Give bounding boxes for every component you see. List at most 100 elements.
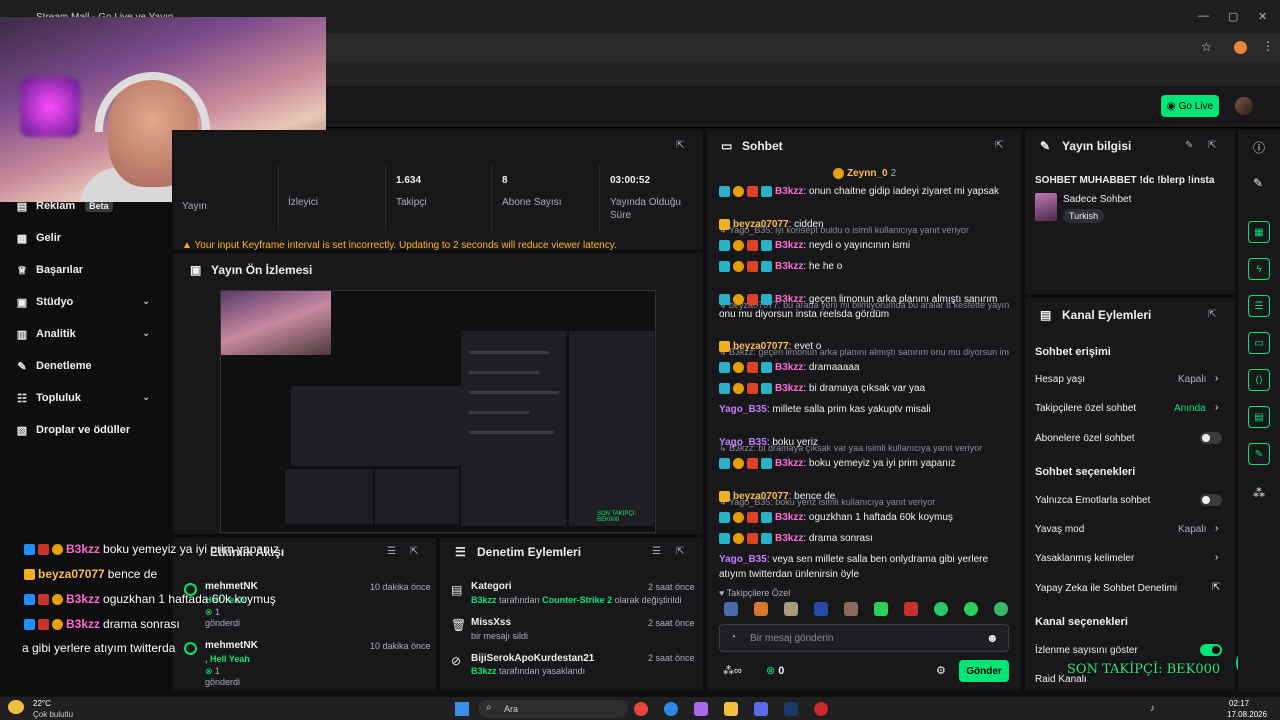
maximize-icon[interactable]: ▢	[1228, 10, 1238, 23]
external-link-icon[interactable]: ⇱	[1212, 582, 1220, 593]
setting-label[interactable]: İzlenme sayısını göster	[1035, 645, 1138, 656]
chevron-down-icon[interactable]: ⌄	[142, 392, 150, 403]
popout-icon[interactable]: ⇱	[1208, 140, 1216, 151]
rail-stats-icon[interactable]: ▦	[1248, 221, 1270, 243]
chat-username[interactable]: beyza07077	[733, 219, 789, 230]
send-button[interactable]: Gönder	[959, 660, 1009, 682]
go-live-button[interactable]: ◉ Go Live	[1161, 95, 1219, 117]
sidebar-item-droplar[interactable]: ▧ Droplar ve ödüller	[16, 424, 130, 437]
rail-list-icon[interactable]: ☰	[1248, 295, 1270, 317]
emote-1[interactable]	[724, 602, 738, 616]
rail-chat-icon[interactable]: ▭	[1248, 332, 1270, 354]
emote-6[interactable]	[874, 602, 888, 616]
setting-label[interactable]: Yapay Zeka ile Sohbet Denetimi	[1035, 583, 1177, 594]
sidebar-item-denetleme[interactable]: ✎ Denetleme	[16, 360, 91, 373]
popout-icon[interactable]: ⇱	[995, 140, 1003, 151]
popout-icon[interactable]: ⇱	[676, 546, 684, 557]
star-icon[interactable]: ☆	[1201, 40, 1212, 54]
stream-preview[interactable]: SON TAKİPÇİ: BEK000	[220, 290, 656, 533]
moderation-actor[interactable]: B3kzz	[471, 595, 497, 605]
chat-username[interactable]: beyza07077	[733, 341, 789, 352]
chat-message[interactable]: B3kzz: onun chaitne gidip iadeyi ziyaret…	[719, 185, 1019, 199]
chat-message[interactable]: B3kzz: boku yemeyiz ya iyi prim yapanız	[719, 457, 1019, 471]
avatar[interactable]	[1235, 97, 1253, 115]
points-display[interactable]: ⊗ 0	[766, 664, 784, 677]
profile-icon[interactable]	[1234, 41, 1247, 54]
rail-table-icon[interactable]: ▤	[1248, 406, 1270, 428]
chat-username[interactable]: B3kzz	[775, 533, 803, 544]
more-icon[interactable]: ⁂	[1253, 486, 1265, 500]
emote-3[interactable]	[784, 602, 798, 616]
windows-start-icon[interactable]	[455, 702, 469, 716]
weather-text[interactable]: Çok bulutlu	[33, 710, 73, 719]
popout-icon[interactable]: ⇱	[1208, 309, 1216, 320]
chat-username[interactable]: B3kzz	[775, 458, 803, 469]
setting-label[interactable]: Yasaklanmış kelimeler	[1035, 553, 1134, 564]
setting-label[interactable]: Yalnızca Emotlarla sohbet	[1035, 495, 1150, 506]
teams-icon[interactable]	[754, 702, 768, 716]
chat-message[interactable]: beyza07077: evet o	[719, 340, 1019, 354]
chat-message[interactable]: beyza07077: cidden	[719, 218, 1019, 232]
pencil-icon[interactable]: ✎	[1253, 176, 1263, 190]
mic-icon[interactable]: ♪	[1150, 703, 1155, 714]
setting-label[interactable]: Abonelere özel sohbet	[1035, 433, 1135, 444]
stream-category[interactable]: Sadece Sohbet	[1063, 194, 1131, 205]
sidebar-item-analitik[interactable]: ▥ Analitik	[16, 328, 76, 341]
activity-user[interactable]: mehmetNK	[205, 640, 258, 651]
popout-icon[interactable]: ⇱	[410, 546, 418, 557]
chevron-right-icon[interactable]: ›	[1215, 523, 1218, 534]
chat-message[interactable]: B3kzz: he he o	[719, 260, 1019, 274]
chat-username[interactable]: B3kzz	[775, 186, 803, 197]
chat-username[interactable]: Yago_B35	[719, 554, 767, 565]
sidebar-item-topluluk[interactable]: ☷ Topluluk	[16, 392, 81, 405]
chat-username[interactable]: B3kzz	[775, 294, 803, 305]
chat-username[interactable]: B3kzz	[775, 261, 803, 272]
chat-message[interactable]: beyza07077: bence de	[719, 490, 1019, 504]
chat-message[interactable]: B3kzz: dramaaaaa	[719, 361, 1019, 375]
chat-message[interactable]: Yago_B35: millete salla prim kas yakuptv…	[719, 403, 1019, 417]
chevron-down-icon[interactable]: ⌄	[142, 328, 150, 339]
setting-label[interactable]: Yavaş mod	[1035, 524, 1084, 535]
chat-message[interactable]: Yago_B35: boku yeriz	[719, 436, 1019, 450]
chat-message[interactable]: B3kzz: bi dramaya çıksak var yaa	[719, 382, 1019, 396]
chat-username[interactable]: B3kzz	[775, 383, 803, 394]
chat-username[interactable]: B3kzz	[775, 240, 803, 251]
chat-message[interactable]: Yago_B35: veya sen millete salla ben onl…	[719, 553, 1019, 567]
emote-2[interactable]	[754, 602, 768, 616]
edge-icon[interactable]	[664, 702, 678, 716]
copilot-icon[interactable]	[694, 702, 708, 716]
taskbar-search[interactable]: ⌕ Ara	[478, 700, 628, 718]
emote-9[interactable]	[964, 602, 978, 616]
info-icon[interactable]: ⓘ	[1253, 139, 1265, 156]
sidebar-item-gelir[interactable]: ▦ Gelir	[16, 232, 61, 245]
folder-icon[interactable]	[724, 702, 738, 716]
steam-icon[interactable]	[784, 702, 798, 716]
emote-10[interactable]	[994, 602, 1008, 616]
toggle-view-count[interactable]	[1200, 644, 1222, 656]
setting-label[interactable]: Hesap yaşı	[1035, 374, 1085, 385]
sidebar-item-basarilar[interactable]: ♕ Başarılar	[16, 264, 83, 277]
chevron-right-icon[interactable]: ›	[1215, 552, 1218, 563]
rail-wrench-icon[interactable]: ✎	[1248, 443, 1270, 465]
chat-username[interactable]: Yago_B35	[719, 437, 767, 448]
rail-bolt-icon[interactable]: ϟ	[1248, 258, 1270, 280]
chat-username[interactable]: beyza07077	[733, 491, 789, 502]
emote-5[interactable]	[844, 602, 858, 616]
gear-icon[interactable]: ⚙	[936, 664, 946, 677]
emote-4[interactable]	[814, 602, 828, 616]
hype-icon[interactable]: ⁂∞	[723, 664, 742, 677]
pinned-user[interactable]: Zeynn_0	[847, 168, 888, 179]
chrome-icon[interactable]	[634, 702, 648, 716]
filter-icon[interactable]: ☰	[387, 546, 396, 557]
toggle-sub-only[interactable]	[1200, 432, 1222, 444]
emoji-icon[interactable]: ☻	[986, 631, 999, 645]
toggle-emote-only[interactable]	[1200, 494, 1222, 506]
moderation-actor[interactable]: B3kzz	[471, 666, 497, 676]
setting-label[interactable]: Takipçilere özel sohbet	[1035, 403, 1136, 414]
chat-message[interactable]: B3kzz: drama sonrası	[719, 532, 1019, 546]
chevron-down-icon[interactable]: ⌄	[142, 296, 150, 307]
chat-message[interactable]: B3kzz: geçen limonun arka planını almışt…	[719, 293, 1019, 307]
chevron-right-icon[interactable]: ›	[1215, 373, 1218, 384]
emote-7[interactable]	[904, 602, 918, 616]
chat-message[interactable]: B3kzz: oguzkhan 1 haftada 60k koymuş	[719, 511, 1019, 525]
